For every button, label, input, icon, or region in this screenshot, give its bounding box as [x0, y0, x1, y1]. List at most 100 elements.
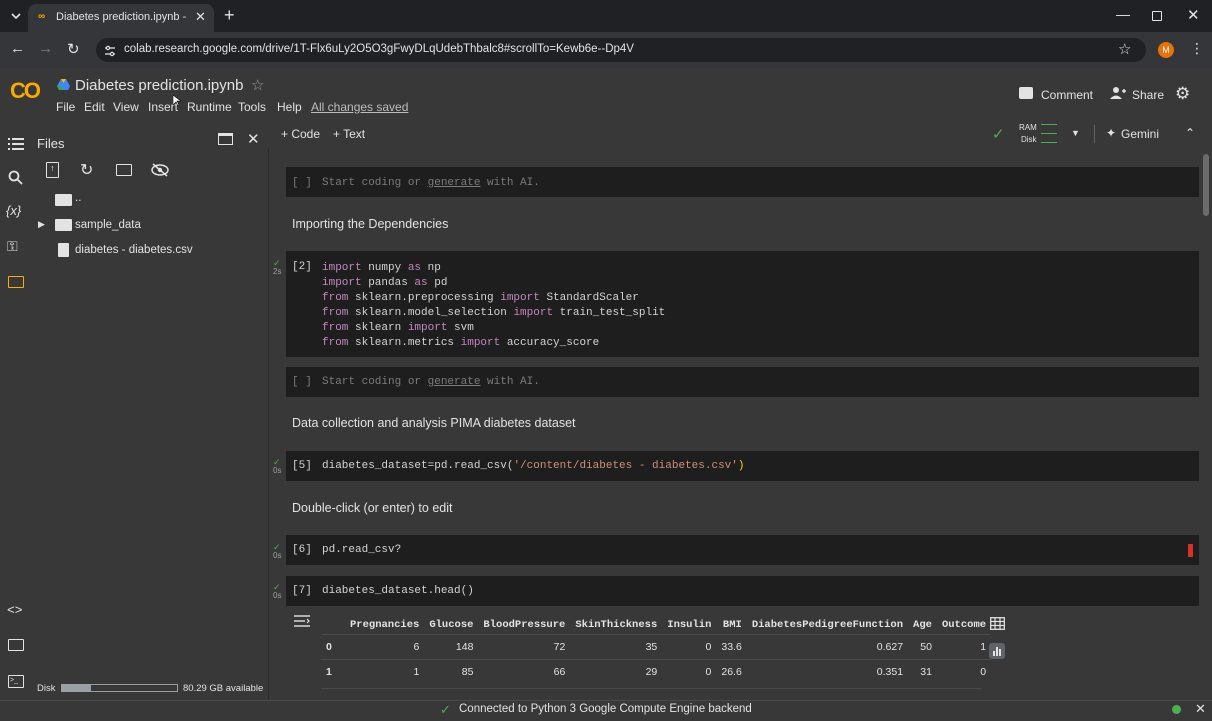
menu-tools[interactable]: Tools	[238, 100, 266, 114]
connection-dot	[1172, 705, 1181, 714]
table-cell: 0	[662, 634, 717, 660]
menu-edit[interactable]: Edit	[84, 100, 105, 114]
back-icon[interactable]: ←	[10, 40, 25, 57]
table-cell: 29	[570, 659, 663, 684]
files-folder-icon[interactable]	[8, 276, 24, 288]
bookmark-star-icon[interactable]: ☆	[1118, 40, 1131, 58]
drive-icon	[57, 78, 70, 90]
star-icon[interactable]: ☆	[251, 76, 264, 94]
share-icon[interactable]	[1110, 86, 1126, 100]
column-header: BloodPressure	[483, 619, 566, 631]
scrollbar-thumb[interactable]	[1203, 154, 1209, 216]
table-cell: 6	[345, 634, 425, 660]
column-header	[321, 616, 345, 635]
empty-code-cell[interactable]: [ ] Start coding or generate with AI.	[286, 367, 1199, 397]
comment-icon[interactable]	[1019, 87, 1033, 99]
hide-files-icon[interactable]	[151, 163, 169, 177]
comment-button[interactable]: Comment	[1041, 88, 1093, 102]
output-options-icon[interactable]	[294, 614, 310, 627]
cell-number: [5]	[292, 460, 312, 472]
ram-label: RAM	[1019, 123, 1037, 132]
omnibox[interactable]: colab.research.google.com/drive/1T-Flx6u…	[96, 38, 1146, 62]
generate-link[interactable]: generate	[428, 177, 481, 189]
cell7-run-status[interactable]: ✓ 0s	[273, 583, 281, 600]
add-code-button[interactable]: + Code	[281, 127, 320, 141]
disk-usage-fill	[62, 685, 91, 691]
code-line: import pandas as pd	[322, 277, 448, 289]
code-cell-head[interactable]: [7] diabetes_dataset.head()	[286, 576, 1199, 606]
variables-icon[interactable]: {x}	[6, 203, 21, 218]
site-info-icon[interactable]	[104, 44, 116, 57]
empty-code-cell[interactable]: [ ] Start coding or generate with AI.	[286, 167, 1199, 197]
table-cell: 50	[908, 634, 937, 660]
tab-search-icon[interactable]	[8, 8, 24, 24]
expand-chevron-icon[interactable]: ▶	[38, 219, 45, 230]
column-header: Age	[913, 619, 932, 631]
save-status[interactable]: All changes saved	[311, 100, 408, 114]
restore-icon[interactable]	[1152, 11, 1162, 21]
interactive-table-icon[interactable]	[990, 617, 1005, 630]
table-cell: 0.351	[746, 659, 909, 684]
upload-file-icon[interactable]: ↑	[46, 162, 59, 178]
menu-runtime[interactable]: Runtime	[187, 100, 232, 114]
parent-folder-label[interactable]: ..	[75, 192, 81, 204]
cell-bracket: [ ]	[292, 177, 312, 189]
browser-tab[interactable]: ∞ Diabetes prediction.ipynb - Co ✕	[28, 4, 214, 32]
runtime-dropdown-icon[interactable]: ▼	[1071, 128, 1080, 138]
colab-logo[interactable]: CO	[10, 78, 41, 104]
cell-number: [7]	[292, 585, 312, 597]
cell6-run-status[interactable]: ✓ 0s	[273, 543, 281, 560]
browser-menu-icon[interactable]: ⋮	[1190, 40, 1204, 57]
add-text-button[interactable]: + Text	[333, 127, 365, 141]
reload-icon[interactable]: ↻	[67, 40, 80, 58]
table-cell: 1	[936, 634, 992, 660]
resource-meter[interactable]	[1041, 124, 1057, 143]
text-cell-importing[interactable]: Importing the Dependencies	[292, 217, 448, 231]
secrets-key-icon[interactable]: ⚿	[7, 238, 18, 255]
cell2-run-status[interactable]: ✓ 2s	[273, 259, 281, 276]
file-item-csv[interactable]: diabetes - diabetes.csv	[75, 244, 193, 256]
close-panel-icon[interactable]: ✕	[247, 130, 260, 148]
command-palette-icon[interactable]	[8, 639, 24, 651]
window-close-icon[interactable]: ✕	[1187, 6, 1200, 24]
minimize-icon[interactable]: —	[1116, 6, 1130, 22]
share-button[interactable]: Share	[1132, 88, 1164, 102]
search-icon[interactable]	[8, 170, 23, 185]
mount-drive-icon[interactable]	[116, 164, 132, 176]
new-tab-icon[interactable]: +	[224, 5, 235, 26]
text-cell-edit-hint[interactable]: Double-click (or enter) to edit	[292, 501, 452, 515]
terminal-icon[interactable]: >_	[8, 675, 24, 688]
code-cell-help[interactable]: [6] pd.read_csv?	[286, 535, 1199, 565]
tab-close-icon[interactable]: ✕	[195, 9, 206, 25]
settings-gear-icon[interactable]: ⚙	[1175, 84, 1190, 104]
column-header: Glucose	[429, 619, 474, 631]
refresh-icon[interactable]: ↻	[80, 160, 93, 180]
profile-avatar[interactable]: M	[1158, 42, 1174, 58]
code-snippets-icon[interactable]: <>	[7, 603, 23, 618]
notebook-title[interactable]: Diabetes prediction.ipynb	[75, 77, 243, 94]
code-cell-read-csv[interactable]: [5] diabetes_dataset=pd.read_csv('/conte…	[286, 451, 1199, 481]
open-in-tab-icon[interactable]	[218, 133, 233, 145]
file-item-sample-data[interactable]: sample_data	[75, 219, 141, 231]
code-cell-imports[interactable]: [2] import numpy as np import pandas as …	[286, 251, 1199, 357]
status-close-icon[interactable]: ✕	[1195, 701, 1206, 717]
gemini-icon: ✦	[1106, 126, 1117, 140]
row-index: 0	[321, 634, 345, 660]
collapse-header-icon[interactable]: ⌃	[1185, 126, 1195, 140]
column-header: Outcome	[941, 619, 987, 631]
table-cell: 31	[908, 659, 937, 684]
cell5-run-status[interactable]: ✓ 0s	[273, 458, 281, 475]
gemini-button[interactable]: Gemini	[1121, 127, 1159, 141]
generate-link[interactable]: generate	[428, 376, 481, 388]
url-text: colab.research.google.com/drive/1T-Flx6u…	[124, 43, 634, 55]
cell-placeholder: Start coding or generate with AI.	[322, 177, 540, 189]
table-cell: 0.627	[746, 634, 909, 660]
forward-icon[interactable]: →	[38, 40, 53, 57]
menu-file[interactable]: File	[56, 100, 75, 114]
suggest-charts-icon[interactable]	[989, 643, 1005, 659]
text-cell-data-collection[interactable]: Data collection and analysis PIMA diabet…	[292, 416, 576, 430]
menu-view[interactable]: View	[113, 100, 139, 114]
menu-help[interactable]: Help	[277, 100, 302, 114]
error-marker	[1188, 544, 1193, 557]
table-of-contents-icon[interactable]	[8, 137, 24, 150]
